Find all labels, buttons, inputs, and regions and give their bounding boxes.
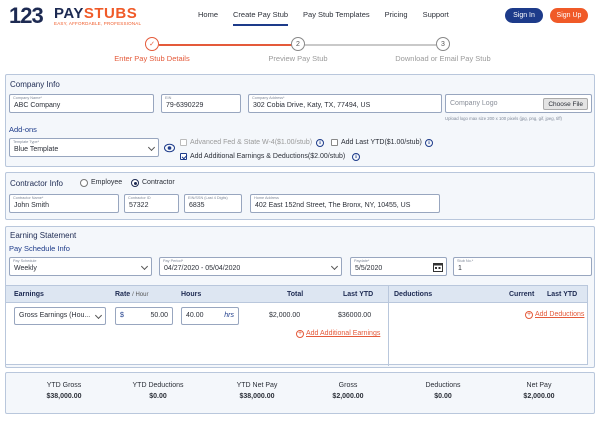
earning-type-select[interactable]: Gross Earnings (Hou... <box>14 307 106 325</box>
nav-support[interactable]: Support <box>423 10 449 26</box>
logo-size-hint: Upload logo max size 200 x 100 pixels (j… <box>445 116 562 121</box>
table-header: Earnings Rate / Hour Hours Total Last YT… <box>6 286 587 303</box>
contractor-info-title: Contractor Info <box>10 179 63 188</box>
add-additional-earnings-link[interactable]: Add Additional Earnings <box>306 330 380 337</box>
home-address-field[interactable]: Home Address 402 East 152nd Street, The … <box>250 194 440 213</box>
step-1-label: Enter Pay Stub Details <box>114 54 190 63</box>
rate-input[interactable]: $ 50.00 <box>115 307 173 325</box>
company-name-field[interactable]: Company Name* ABC Company <box>9 94 154 113</box>
main-nav: Home Create Pay Stub Pay Stub Templates … <box>198 10 464 26</box>
stub-number-field[interactable]: Stub No.* 1 <box>453 257 592 276</box>
col-last-ytd: Last YTD <box>343 291 374 298</box>
hours-input[interactable]: 40.00 hrs <box>181 307 239 325</box>
ytd-gross-label: YTD Gross <box>46 382 82 389</box>
earning-last-ytd: $36000.00 <box>338 312 372 319</box>
eye-preview-icon[interactable] <box>164 143 175 153</box>
totals-summary: YTD Gross $38,000.00 YTD Deductions $0.0… <box>5 372 595 414</box>
col-last-ytd-deductions: Last YTD <box>547 291 578 298</box>
ytd-net-pay-label: YTD Net Pay <box>236 382 278 389</box>
advanced-w4-label: Advanced Fed & State W-4($1.00/stub) <box>190 139 313 146</box>
chevron-down-icon <box>147 143 156 152</box>
deductions-value: $0.00 <box>434 393 452 400</box>
add-deductions-link[interactable]: Add Deductions <box>535 311 584 318</box>
deductions-label: Deductions <box>425 382 461 389</box>
gross-label: Gross <box>338 382 358 389</box>
info-icon[interactable]: i <box>316 139 324 147</box>
company-logo-upload[interactable]: Company Logo Choose File <box>445 94 592 113</box>
advanced-w4-checkbox[interactable] <box>180 139 187 146</box>
nav-home[interactable]: Home <box>198 10 218 26</box>
ytd-deductions-label: YTD Deductions <box>132 382 184 389</box>
ytd-gross-value: $38,000.00 <box>46 393 82 400</box>
add-deductions-plus-icon[interactable]: + <box>525 311 533 319</box>
company-info-title: Company Info <box>10 80 60 89</box>
ssn-field[interactable]: EIN/SSN (Last 4 Digits) 6835 <box>184 194 242 213</box>
sign-up-button[interactable]: Sign Up <box>550 8 588 23</box>
step-2-number: 2 <box>291 37 305 51</box>
nav-pay-stub-templates[interactable]: Pay Stub Templates <box>303 10 370 26</box>
contractor-label: Contractor <box>142 179 175 186</box>
step-connector-1 <box>159 44 292 46</box>
sign-in-button[interactable]: Sign In <box>505 8 543 23</box>
contractor-info-panel: Contractor Info Employee Contractor Cont… <box>5 172 595 220</box>
logo-number: 123 <box>9 3 44 28</box>
gross-value: $2,000.00 <box>332 393 364 400</box>
employee-radio[interactable] <box>80 179 88 187</box>
info-icon[interactable]: i <box>425 139 433 147</box>
earning-statement-title: Earning Statement <box>10 231 77 240</box>
earnings-deductions-table: Earnings Rate / Hour Hours Total Last YT… <box>5 285 588 366</box>
add-earnings-plus-icon[interactable]: + <box>296 330 304 338</box>
brand-logo[interactable]: 123 PAYSTUBS EASY, AFFORDABLE, PROFESSIO… <box>9 3 142 31</box>
ytd-deductions-value: $0.00 <box>149 393 167 400</box>
step-connector-2 <box>305 44 436 46</box>
chevron-down-icon <box>140 262 149 271</box>
pay-period-select[interactable]: Pay Period* 04/27/2020 - 05/04/2020 <box>159 257 342 276</box>
employee-label: Employee <box>91 179 123 186</box>
col-total: Total <box>287 291 304 298</box>
net-pay-value: $2,000.00 <box>523 393 555 400</box>
calendar-icon[interactable] <box>433 262 443 272</box>
pay-schedule-title: Pay Schedule Info <box>9 244 70 253</box>
additional-earnings-label: Add Additional Earnings & Deductions($2.… <box>190 153 346 160</box>
col-deductions: Deductions <box>394 291 433 298</box>
additional-earnings-checkbox[interactable] <box>180 153 187 160</box>
table-divider <box>388 286 389 366</box>
contractor-radio[interactable] <box>131 179 139 187</box>
ytd-net-pay-value: $38,000.00 <box>239 393 275 400</box>
col-current: Current <box>509 291 535 298</box>
step-1-check-icon: ✓ <box>145 37 159 51</box>
nav-pricing[interactable]: Pricing <box>385 10 408 26</box>
last-ytd-checkbox[interactable] <box>331 139 338 146</box>
earning-total: $2,000.00 <box>269 312 301 319</box>
col-rate: Rate / Hour <box>115 291 149 298</box>
last-ytd-label: Add Last YTD($1.00/stub) <box>341 139 422 146</box>
pay-schedule-select[interactable]: Pay Schedule Weekly <box>9 257 152 276</box>
contractor-id-field[interactable]: Contractor ID 57322 <box>124 194 179 213</box>
ein-field[interactable]: EIN 79-6390229 <box>161 94 241 113</box>
nav-create-pay-stub[interactable]: Create Pay Stub <box>233 10 289 26</box>
info-icon[interactable]: i <box>352 153 360 161</box>
step-3-label: Download or Email Pay Stub <box>395 54 491 63</box>
contractor-name-field[interactable]: Contractor Name* John Smith <box>9 194 119 213</box>
top-header: 123 PAYSTUBS EASY, AFFORDABLE, PROFESSIO… <box>0 0 600 32</box>
col-earnings: Earnings <box>14 291 44 298</box>
net-pay-label: Net Pay <box>526 382 552 389</box>
company-address-field[interactable]: Company Address* 302 Cobia Drive, Katy, … <box>248 94 442 113</box>
logo-wordmark: PAYSTUBS <box>54 5 138 22</box>
template-type-select[interactable]: Template Type* Blue Template <box>9 138 159 157</box>
logo-tagline: EASY, AFFORDABLE, PROFESSIONAL <box>54 21 142 26</box>
step-3-number: 3 <box>436 37 450 51</box>
paydate-field[interactable]: Paydate* 5/5/2020 <box>350 257 447 276</box>
choose-file-button[interactable]: Choose File <box>543 98 588 110</box>
chevron-down-icon <box>330 262 339 271</box>
step-2-label: Preview Pay Stub <box>268 54 328 63</box>
company-info-panel: Company Info Company Name* ABC Company E… <box>5 74 595 167</box>
chevron-down-icon <box>94 311 103 320</box>
col-hours: Hours <box>181 291 202 298</box>
addons-title: Add-ons <box>9 125 37 134</box>
